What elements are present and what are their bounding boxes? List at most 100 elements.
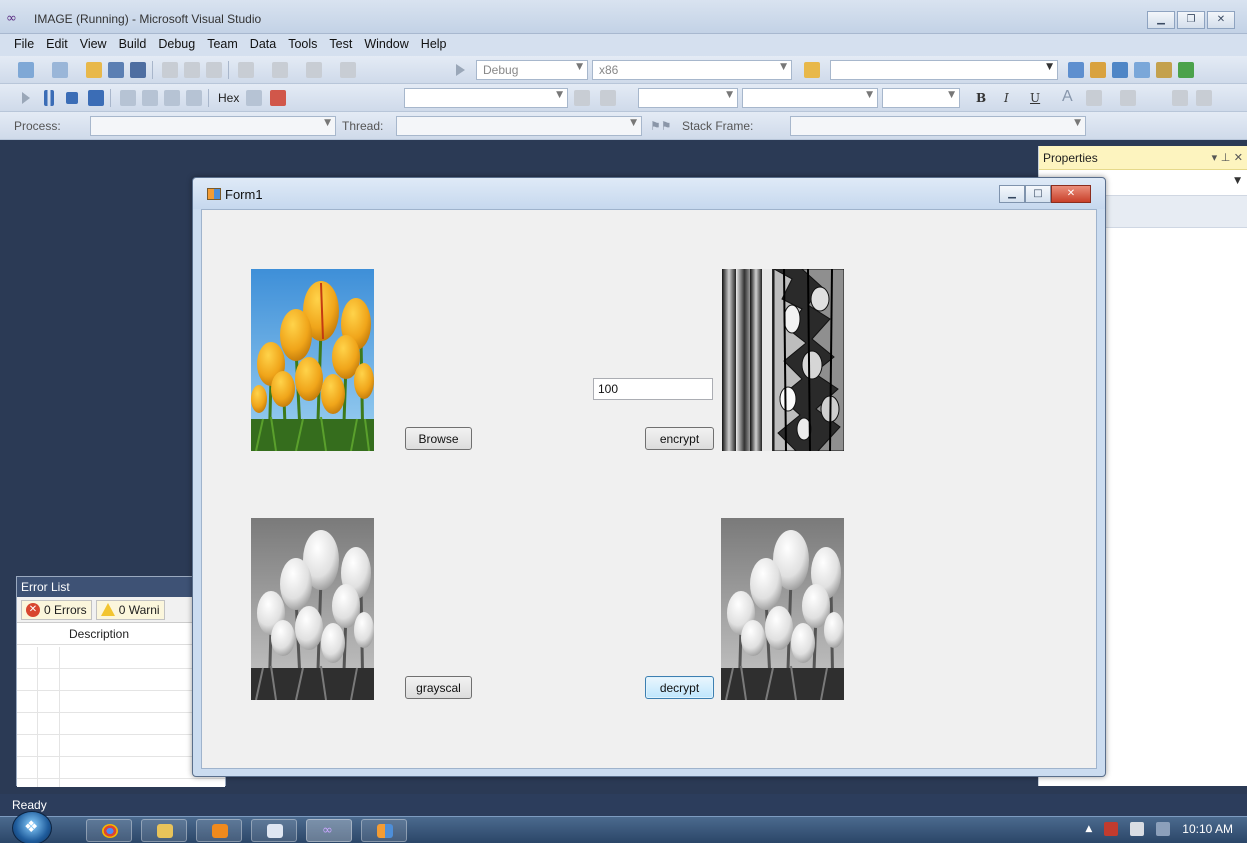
close-icon[interactable]: ✕ (1051, 185, 1091, 203)
font-dropdown[interactable]: ▼ (742, 88, 878, 108)
network-icon[interactable] (1156, 822, 1171, 836)
warnings-count: 0 Warni (118, 602, 160, 617)
bullet-list-icon[interactable] (1196, 90, 1212, 106)
form1-window-controls: ▁ □ ✕ (999, 185, 1091, 203)
errors-filter-button[interactable]: ✕ 0 Errors (21, 599, 92, 620)
navigate-backward-icon[interactable] (306, 62, 322, 78)
chevron-down-icon: ▼ (576, 62, 583, 72)
menu-file[interactable]: File (8, 34, 40, 56)
style-dropdown[interactable]: ▼ (638, 88, 738, 108)
extension-manager-icon[interactable] (1156, 62, 1172, 78)
folder-icon (157, 824, 173, 838)
save-icon[interactable] (108, 62, 124, 78)
redo-icon[interactable] (272, 62, 288, 78)
taskbar-visual-studio[interactable]: ∞ (306, 819, 352, 842)
solution-configuration-dropdown[interactable]: Debug ▼ (476, 60, 588, 80)
stack-frame-dropdown[interactable]: ▼ (790, 116, 1086, 136)
breakpoints-icon[interactable] (246, 90, 262, 106)
open-folder-icon[interactable] (86, 62, 102, 78)
restart-icon[interactable] (88, 90, 104, 106)
start-page-icon[interactable] (1178, 62, 1194, 78)
stop-debugging-icon[interactable] (66, 92, 78, 104)
show-next-statement-icon[interactable] (120, 90, 136, 106)
encryption-key-input[interactable] (593, 378, 713, 400)
navigate-forward-icon[interactable] (340, 62, 356, 78)
maximize-icon[interactable]: □ (1025, 185, 1051, 203)
output-window-icon[interactable] (270, 90, 286, 106)
numbered-list-icon[interactable] (1172, 90, 1188, 106)
grayscale-image (251, 518, 374, 700)
taskbar-chrome[interactable] (86, 819, 132, 842)
menu-view[interactable]: View (74, 34, 113, 56)
encrypt-button[interactable]: encrypt (645, 427, 714, 450)
underline-icon[interactable]: U (1030, 91, 1040, 105)
taskbar-explorer[interactable] (141, 819, 187, 842)
properties-window-icon[interactable] (1090, 62, 1106, 78)
taskbar-form1[interactable] (361, 819, 407, 842)
process-dropdown[interactable]: ▼ (90, 116, 336, 136)
solution-platform-dropdown[interactable]: x86 ▼ (592, 60, 792, 80)
bold-icon[interactable]: B (976, 91, 986, 105)
font-name-dropdown[interactable]: ▼ (404, 88, 568, 108)
continue-icon[interactable] (22, 92, 30, 104)
font-size-increase-icon[interactable]: A (1062, 88, 1073, 106)
thread-dropdown[interactable]: ▼ (396, 116, 642, 136)
platform-value: x86 (599, 63, 619, 77)
save-all-icon[interactable] (130, 62, 146, 78)
step-into-icon[interactable] (142, 90, 158, 106)
browse-button[interactable]: Browse (405, 427, 472, 450)
form1-titlebar[interactable]: Form1 ▁ □ ✕ (193, 178, 1105, 209)
menu-window[interactable]: Window (358, 34, 414, 56)
menu-test[interactable]: Test (323, 34, 358, 56)
taskbar-word[interactable] (251, 819, 297, 842)
toolbox-icon[interactable] (1134, 62, 1150, 78)
menu-team[interactable]: Team (201, 34, 244, 56)
menu-debug[interactable]: Debug (152, 34, 201, 56)
minimize-icon[interactable]: ▁ (1147, 11, 1175, 29)
encrypted-image (722, 269, 844, 451)
solution-explorer-icon[interactable] (1068, 62, 1084, 78)
window-title: IMAGE (Running) - Microsoft Visual Studi… (34, 12, 262, 26)
battery-icon[interactable] (1130, 822, 1145, 836)
action-center-icon[interactable] (1104, 822, 1119, 836)
taskbar-media-player[interactable] (196, 819, 242, 842)
minimize-icon[interactable]: ▁ (999, 185, 1025, 203)
find-in-files-icon[interactable] (804, 62, 820, 78)
start-debugging-icon[interactable] (456, 64, 465, 76)
step-over-icon[interactable] (164, 90, 180, 106)
clock[interactable]: 10:10 AM (1182, 822, 1233, 836)
font-size-dropdown[interactable]: ▼ (882, 88, 960, 108)
cut-icon[interactable] (162, 62, 178, 78)
hex-toggle[interactable]: Hex (218, 91, 239, 105)
object-browser-icon[interactable] (1112, 62, 1128, 78)
pin-icon[interactable]: ▾ ⊥ ✕ (1212, 151, 1243, 164)
show-hidden-icons-icon[interactable]: ▲ (1085, 824, 1092, 834)
find-combo[interactable]: ▼ (830, 60, 1058, 80)
grayscale-button[interactable]: grayscal (405, 676, 472, 699)
copy-icon[interactable] (184, 62, 200, 78)
highlight-icon[interactable] (600, 90, 616, 106)
clear-formatting-icon[interactable] (1086, 90, 1102, 106)
warnings-filter-button[interactable]: 0 Warni (95, 599, 165, 620)
add-item-icon[interactable] (52, 62, 68, 78)
close-icon[interactable]: ✕ (1207, 11, 1235, 29)
new-project-icon[interactable] (18, 62, 34, 78)
restore-icon[interactable]: ❐ (1177, 11, 1205, 29)
menu-data[interactable]: Data (244, 34, 282, 56)
italic-icon[interactable]: I (1004, 91, 1009, 105)
step-out-icon[interactable] (186, 90, 202, 106)
start-button[interactable] (12, 811, 52, 843)
menu-build[interactable]: Build (113, 34, 153, 56)
break-all-icon[interactable] (44, 90, 54, 106)
menu-tools[interactable]: Tools (282, 34, 323, 56)
menu-edit[interactable]: Edit (40, 34, 74, 56)
undo-icon[interactable] (238, 62, 254, 78)
menu-help[interactable]: Help (415, 34, 453, 56)
decrypt-button[interactable]: decrypt (645, 676, 714, 699)
font-color-icon[interactable] (574, 90, 590, 106)
align-icon[interactable] (1120, 90, 1136, 106)
flag-threads-icon[interactable]: ⚑⚑ (650, 119, 672, 133)
process-label: Process: (14, 119, 61, 133)
vs-titlebar: ∞ IMAGE (Running) - Microsoft Visual Stu… (0, 0, 1247, 34)
paste-icon[interactable] (206, 62, 222, 78)
